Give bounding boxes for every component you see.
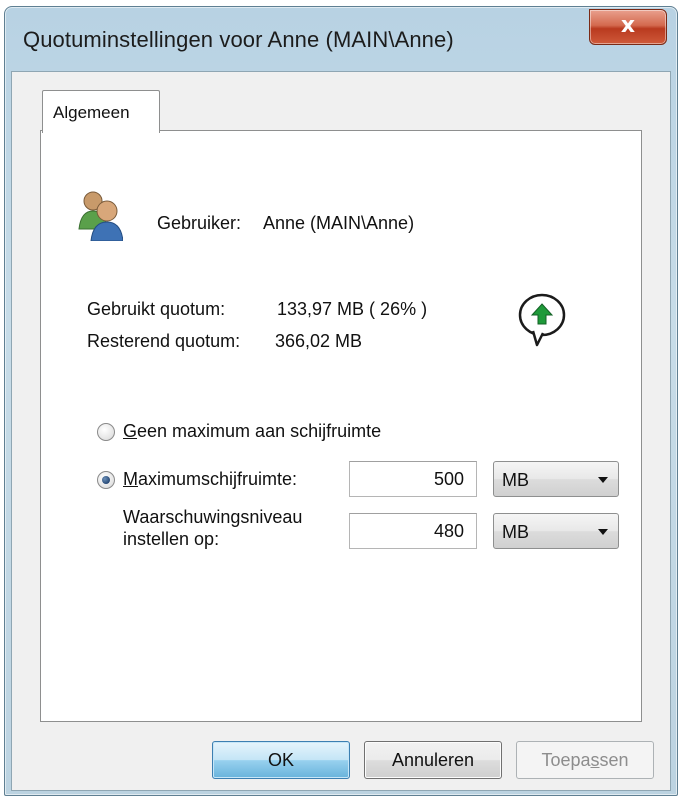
no-limit-label[interactable]: Geen maximum aan schijfruimte (123, 421, 381, 442)
user-value: Anne (MAIN\Anne) (263, 213, 415, 233)
users-icon (78, 191, 123, 241)
close-icon: x (620, 13, 636, 38)
warning-unit-select[interactable]: MB (493, 513, 619, 549)
used-quota-label: Gebruikt quotum: (87, 299, 226, 319)
no-limit-radio[interactable] (97, 423, 115, 441)
cancel-button[interactable]: Annuleren (364, 741, 502, 779)
window-title: Quotuminstellingen voor Anne (MAIN\Anne) (23, 27, 454, 52)
dialog-window: Quotuminstellingen voor Anne (MAIN\Anne)… (4, 6, 678, 796)
chevron-down-icon (598, 477, 608, 483)
warning-level-label-line1: Waarschuwingsniveau (123, 507, 303, 527)
limit-unit-select[interactable]: MB (493, 461, 619, 497)
used-quota-value: 133,97 MB ( 26% ) (277, 299, 428, 319)
limit-radio[interactable] (97, 471, 115, 489)
tab-panel-algemeen: Gebruiker: Anne (MAIN\Anne) Gebruikt quo… (40, 130, 642, 722)
limit-label[interactable]: Maximumschijfruimte: (123, 469, 297, 490)
tab-algemeen[interactable]: Algemeen (42, 90, 160, 133)
ok-button[interactable]: OK (212, 741, 350, 779)
remaining-quota-value: 366,02 MB (275, 331, 363, 351)
close-button[interactable]: x (589, 9, 667, 45)
dialog-client-area: Algemeen Gebruiker: Anne (MAIN\Anne) Geb… (11, 71, 671, 791)
radio-selected-dot (102, 476, 110, 484)
tab-label: Algemeen (53, 103, 130, 122)
chevron-down-icon (598, 529, 608, 535)
warning-level-label-line2: instellen op: (123, 529, 220, 549)
user-label: Gebruiker: (157, 213, 242, 233)
limit-value-input[interactable]: 500 (349, 461, 477, 497)
apply-button[interactable]: Toepassen (516, 741, 654, 779)
warning-value-input[interactable]: 480 (349, 513, 477, 549)
quota-ok-arrow-icon (518, 293, 566, 347)
title-bar[interactable]: Quotuminstellingen voor Anne (MAIN\Anne)… (5, 7, 677, 71)
warning-unit-value: MB (502, 522, 529, 542)
remaining-quota-label: Resterend quotum: (87, 331, 241, 351)
limit-unit-value: MB (502, 470, 529, 490)
